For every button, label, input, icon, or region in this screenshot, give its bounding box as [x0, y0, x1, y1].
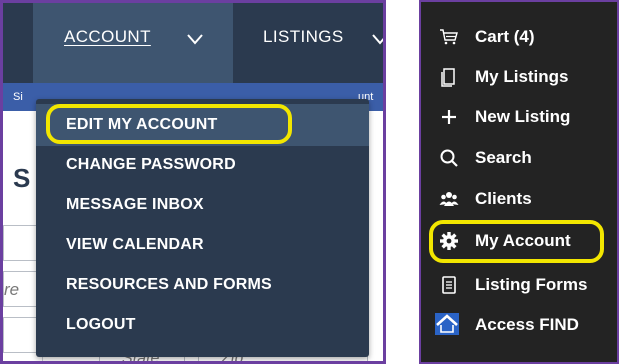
- highlight-annotation: [46, 104, 292, 144]
- sidebar-item-label: Search: [475, 148, 532, 167]
- sidebar-item-label: My Listings: [475, 67, 569, 86]
- subbar-left-text: Si: [13, 91, 23, 103]
- sidebar-item-label: Access FIND: [475, 315, 579, 334]
- nav-listings-label[interactable]: LISTINGS: [263, 27, 344, 47]
- sidebar-item-label: Listing Forms: [475, 275, 588, 294]
- sidebar-item-label: Clients: [475, 189, 532, 208]
- listing-forms-icon: [442, 276, 456, 294]
- top-navbar: ACCOUNT LISTINGS: [3, 3, 383, 83]
- page-heading-fragment: S: [13, 163, 31, 193]
- plus-icon: [442, 110, 456, 124]
- sidebar-item-my-listings[interactable]: My Listings: [429, 56, 617, 96]
- left-screenshot-panel: ACCOUNT LISTINGS Si unt S re State Zip E…: [0, 0, 386, 364]
- nav-account-label[interactable]: ACCOUNT: [64, 27, 151, 47]
- dropdown-item-message-inbox[interactable]: MESSAGE INBOX: [66, 196, 204, 214]
- cart-icon: [440, 29, 458, 45]
- dropdown-item-logout[interactable]: LOGOUT: [66, 316, 136, 334]
- sidebar-item-label: Cart (4): [475, 27, 535, 46]
- my-listings-icon: [441, 68, 455, 87]
- sidebar-item-listing-forms[interactable]: Listing Forms: [429, 264, 617, 304]
- form-field-text: re: [4, 280, 20, 299]
- sidebar-item-clients[interactable]: Clients: [429, 178, 617, 218]
- sidebar-item-search[interactable]: Search: [429, 137, 617, 177]
- dropdown-item-view-calendar[interactable]: VIEW CALENDAR: [66, 236, 204, 254]
- search-icon: [440, 149, 458, 167]
- house-icon: [435, 313, 459, 335]
- sidebar-item-new-listing[interactable]: New Listing: [429, 96, 617, 136]
- account-dropdown-menu: EDIT MY ACCOUNT CHANGE PASSWORD MESSAGE …: [36, 99, 369, 357]
- sidebar-item-access-find[interactable]: Access FIND: [429, 304, 617, 344]
- sidebar-item-label: New Listing: [475, 107, 571, 126]
- nav-account-menu[interactable]: ACCOUNT: [33, 3, 233, 83]
- navbar-left-strip: [3, 3, 33, 83]
- sidebar-item-cart[interactable]: Cart (4): [429, 16, 617, 56]
- chevron-down-icon: [187, 34, 203, 45]
- clients-icon: [439, 192, 459, 206]
- dropdown-item-resources-and-forms[interactable]: RESOURCES AND FORMS: [66, 276, 272, 294]
- chevron-down-icon: [372, 34, 383, 45]
- right-sidebar-panel: Cart (4) My Listings New Listing Search: [419, 0, 619, 364]
- dropdown-item-change-password[interactable]: CHANGE PASSWORD: [66, 156, 236, 174]
- highlight-annotation: [429, 220, 604, 263]
